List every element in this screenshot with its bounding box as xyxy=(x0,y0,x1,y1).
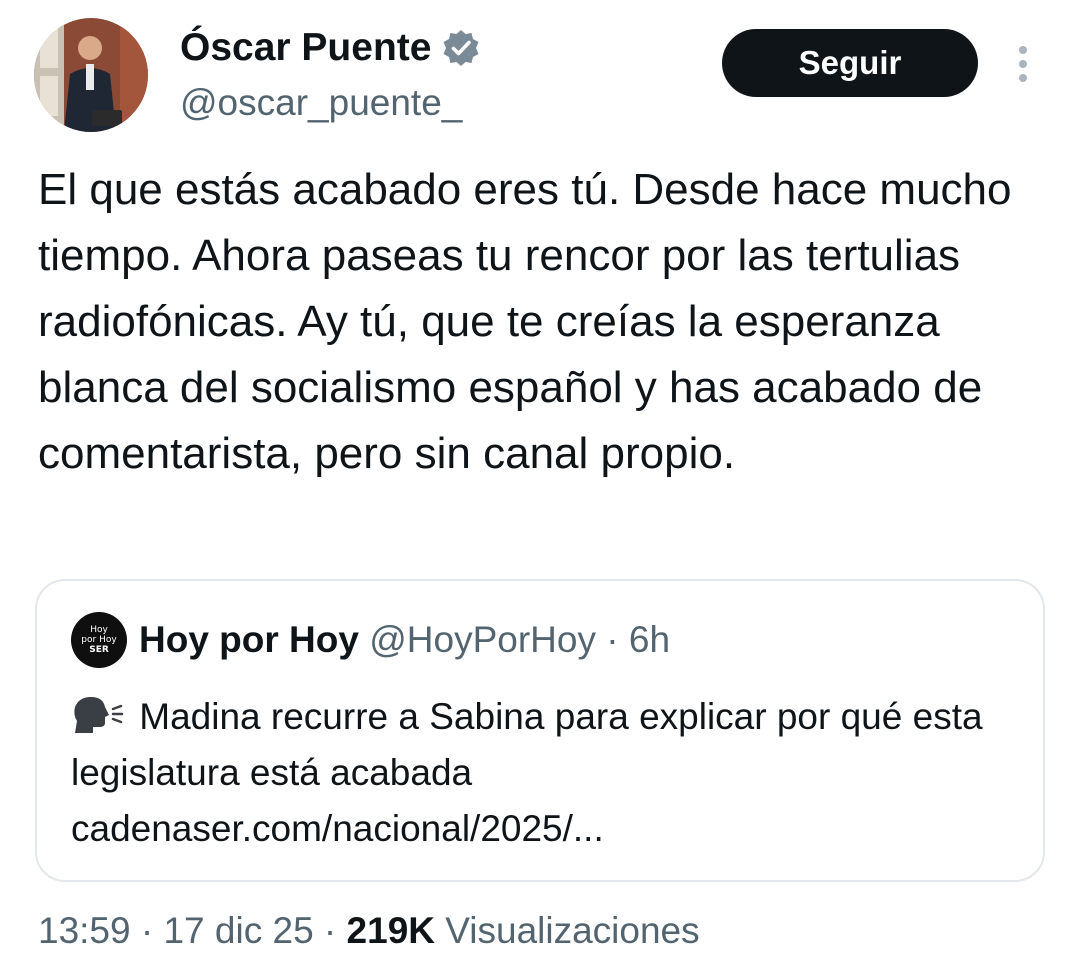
quote-avatar-line: SER xyxy=(89,645,109,655)
quote-time: 6h xyxy=(628,619,671,660)
author-display-name[interactable]: Óscar Puente xyxy=(180,24,481,72)
quote-avatar-line: Hoy xyxy=(90,625,108,635)
quote-text: Madina recurre a Sabina para explicar po… xyxy=(71,696,983,793)
footer-separator: · xyxy=(130,910,164,951)
author-avatar[interactable] xyxy=(34,18,148,132)
speaking-head-icon xyxy=(71,695,129,735)
quote-header: Hoy por Hoy @HoyPorHoy · 6h xyxy=(139,617,670,663)
quote-author-handle: @HoyPorHoy xyxy=(369,619,596,660)
footer-separator: · xyxy=(313,910,347,951)
views-label: Visualizaciones xyxy=(445,910,700,951)
quote-author-avatar: Hoy por Hoy SER xyxy=(71,612,127,668)
views-count: 219K xyxy=(346,910,435,951)
author-handle[interactable]: @oscar_puente_ xyxy=(180,80,462,126)
tweet-time[interactable]: 13:59 xyxy=(38,910,131,951)
tweet-text: El que estás acabado eres tú. Desde hace… xyxy=(38,165,1012,478)
verified-badge-icon xyxy=(441,28,481,68)
quote-body: Madina recurre a Sabina para explicar po… xyxy=(71,689,1031,857)
tweet-date[interactable]: 17 dic 25 xyxy=(163,910,313,951)
quote-separator: · xyxy=(595,619,629,660)
vertical-ellipsis-icon[interactable] xyxy=(1008,42,1038,86)
quote-avatar-line: por Hoy xyxy=(81,635,117,645)
follow-button[interactable]: Seguir xyxy=(722,29,978,97)
quote-link[interactable]: cadenaser.com/nacional/2025/... xyxy=(71,808,604,849)
tweet-footer: 13:59 · 17 dic 25 · 219K Visualizaciones xyxy=(38,908,700,954)
author-name-text[interactable]: Óscar Puente xyxy=(180,24,431,72)
quote-author-name: Hoy por Hoy xyxy=(139,619,359,660)
quoted-tweet-card[interactable]: Hoy por Hoy SER Hoy por Hoy @HoyPorHoy ·… xyxy=(35,579,1045,882)
